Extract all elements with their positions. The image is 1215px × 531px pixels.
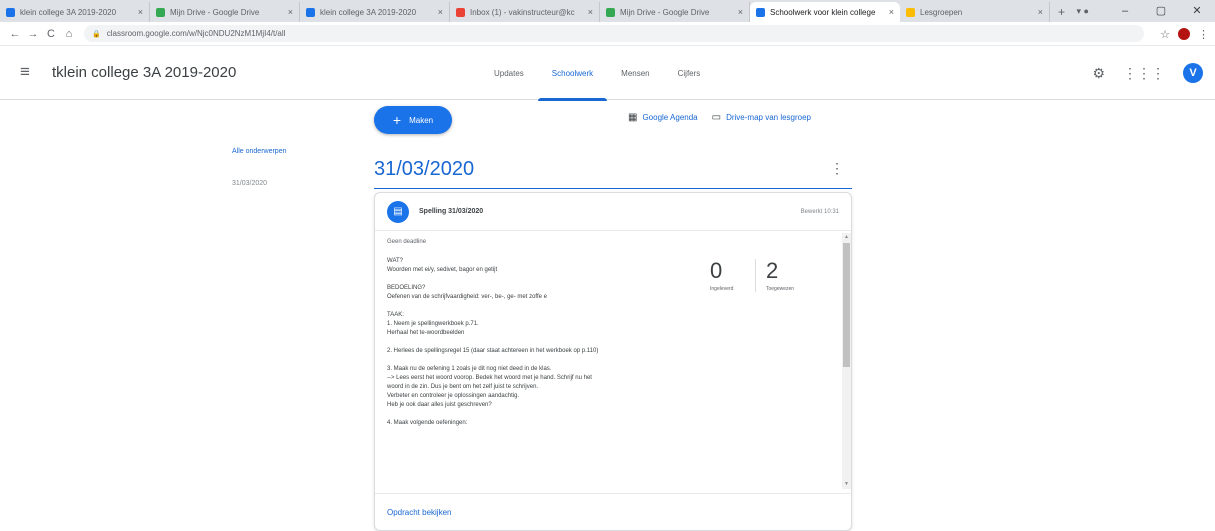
topic-item[interactable]: 31/03/2020 <box>232 180 286 187</box>
assignment-card: ▤ Spelling 31/03/2020 Bewerkt 10:31 Geen… <box>374 192 852 531</box>
reload-icon[interactable]: C <box>42 28 60 40</box>
close-window-icon[interactable]: ✕ <box>1179 0 1215 22</box>
tab-close-icon[interactable]: × <box>588 7 593 17</box>
topic-divider <box>374 188 852 189</box>
tab-favicon-icon <box>156 7 165 17</box>
create-button[interactable]: + Maken <box>374 106 452 134</box>
google-calendar-link[interactable]: ▦ Google Agenda <box>628 112 698 123</box>
tab-title: Mijn Drive - Google Drive <box>170 7 260 17</box>
tab-favicon-icon <box>606 7 615 17</box>
assignment-header[interactable]: ▤ Spelling 31/03/2020 Bewerkt 10:31 <box>375 193 851 231</box>
tab-close-icon[interactable]: × <box>738 7 743 17</box>
tab-close-icon[interactable]: × <box>288 7 293 17</box>
apps-grid-icon[interactable]: ⋮⋮⋮ <box>1123 64 1165 82</box>
scroll-down-icon[interactable]: ▼ <box>842 480 851 489</box>
tab-title: Inbox (1) - vakinstructeur@kc <box>470 7 575 17</box>
class-nav-tabs: Updates Schoolwerk Mensen Cijfers <box>480 46 715 101</box>
stat-label: Ingeleverd <box>710 286 734 292</box>
window-controls: – ▢ ✕ <box>1107 0 1215 22</box>
header-actions: ⚙ ⋮⋮⋮ V <box>1092 63 1203 83</box>
tab-title: Lesgroepen <box>920 7 963 17</box>
minimize-icon[interactable]: – <box>1107 0 1143 22</box>
tab-mensen[interactable]: Mensen <box>607 46 663 100</box>
drive-folder-label: Drive-map van lesgroep <box>726 113 812 122</box>
tab-title: Mijn Drive - Google Drive <box>620 7 710 17</box>
topic-more-options-icon[interactable]: ⋮ <box>830 160 844 177</box>
browser-tab[interactable]: klein college 3A 2019-2020 × <box>0 2 150 22</box>
assignment-title: Spelling 31/03/2020 <box>419 208 484 215</box>
avatar[interactable]: V <box>1183 63 1203 83</box>
tab-close-icon[interactable]: × <box>138 7 143 17</box>
assignment-deadline: Geen deadline <box>387 239 427 245</box>
tab-schoolwerk[interactable]: Schoolwerk <box>537 46 608 101</box>
plus-icon: + <box>392 112 402 128</box>
maximize-icon[interactable]: ▢ <box>1143 0 1179 22</box>
tab-close-icon[interactable]: × <box>889 7 894 17</box>
browser-tab[interactable]: Inbox (1) - vakinstructeur@kc × <box>450 2 600 22</box>
profile-icon[interactable] <box>1178 28 1190 40</box>
tab-search-icon[interactable]: ▾ ● <box>1077 2 1089 20</box>
browser-tab[interactable]: Mijn Drive - Google Drive × <box>600 2 750 22</box>
scroll-up-icon[interactable]: ▲ <box>842 233 851 242</box>
stat-value: 2 <box>766 258 779 283</box>
url-text: classroom.google.com/w/Njc0NDU2NzM1MjI4/… <box>106 29 286 38</box>
bookmark-star-icon[interactable]: ☆ <box>1160 28 1170 41</box>
topic-all-link[interactable]: Alle onderwerpen <box>232 148 286 155</box>
browser-toolbar: ← → C ⌂ 🔒 classroom.google.com/w/Njc0NDU… <box>0 22 1215 46</box>
browser-tab[interactable]: klein college 3A 2019-2020 × <box>300 2 450 22</box>
browser-menu-icon[interactable]: ⋮ <box>1198 28 1209 41</box>
tab-updates[interactable]: Updates <box>480 46 538 100</box>
main-menu-icon[interactable]: ≡ <box>20 63 30 81</box>
stat-label: Toegewezen <box>766 286 795 292</box>
tab-title: klein college 3A 2019-2020 <box>320 7 417 17</box>
lock-icon: 🔒 <box>92 30 101 38</box>
class-resource-links: ▦ Google Agenda ▭ Drive-map van lesgroep <box>628 112 811 123</box>
tab-favicon-icon <box>6 7 15 17</box>
assignment-footer: Opdracht bekijken <box>375 493 851 530</box>
stat-assigned[interactable]: 2 Toegewezen <box>755 259 810 292</box>
assignment-description: WAT? Woorden met ei/y, sedivet, bagor en… <box>387 258 599 426</box>
assignment-body: Geen deadline WAT? Woorden met ei/y, sed… <box>375 231 851 493</box>
home-icon[interactable]: ⌂ <box>60 28 78 40</box>
new-tab-icon[interactable]: + <box>1050 2 1073 22</box>
settings-gear-icon[interactable]: ⚙ <box>1092 64 1105 82</box>
tab-favicon-icon <box>306 7 315 17</box>
folder-icon: ▭ <box>711 112 722 123</box>
drive-folder-link[interactable]: ▭ Drive-map van lesgroep <box>712 112 811 123</box>
address-bar[interactable]: 🔒 classroom.google.com/w/Njc0NDU2NzM1MjI… <box>84 25 1144 42</box>
topic-list: Alle onderwerpen 31/03/2020 <box>232 148 286 187</box>
class-name[interactable]: tklein college 3A 2019-2020 <box>52 64 236 81</box>
browser-actions: ☆ ⋮ <box>1160 22 1209 46</box>
assignment-date: Bewerkt 10:31 <box>800 208 839 215</box>
back-arrow-icon[interactable]: ← <box>6 28 24 40</box>
browser-tab[interactable]: Schoolwerk voor klein college × <box>750 2 900 22</box>
stat-turned-in[interactable]: 0 Ingeleverd <box>700 258 755 293</box>
classroom-header: ≡ tklein college 3A 2019-2020 Updates Sch… <box>0 46 1215 101</box>
scrollbar[interactable]: ▲ ▼ <box>842 233 851 489</box>
assignment-icon: ▤ <box>387 200 409 223</box>
tab-title: Schoolwerk voor klein college <box>770 7 876 17</box>
tab-favicon-icon <box>756 7 765 17</box>
assignment-stats: 0 Ingeleverd 2 Toegewezen <box>700 259 810 292</box>
view-assignment-link[interactable]: Opdracht bekijken <box>387 508 451 517</box>
tab-title: klein college 3A 2019-2020 <box>20 7 117 17</box>
tab-close-icon[interactable]: × <box>1038 7 1043 17</box>
forward-arrow-icon[interactable]: → <box>24 28 42 40</box>
calendar-icon: ▦ <box>628 112 638 123</box>
create-label: Maken <box>409 115 434 125</box>
tab-close-icon[interactable]: × <box>438 7 443 17</box>
browser-tab-bar: klein college 3A 2019-2020 × Mijn Drive - … <box>0 0 1215 22</box>
google-calendar-label: Google Agenda <box>642 113 698 122</box>
tab-favicon-icon <box>906 7 915 17</box>
browser-tab[interactable]: Mijn Drive - Google Drive × <box>150 2 300 22</box>
scrollbar-thumb[interactable] <box>843 243 850 367</box>
stat-value: 0 <box>710 258 723 283</box>
tab-favicon-icon <box>456 7 465 17</box>
browser-tab[interactable]: Lesgroepen × <box>900 2 1050 22</box>
tab-cijfers[interactable]: Cijfers <box>664 46 715 100</box>
topic-title: 31/03/2020 <box>374 158 475 180</box>
